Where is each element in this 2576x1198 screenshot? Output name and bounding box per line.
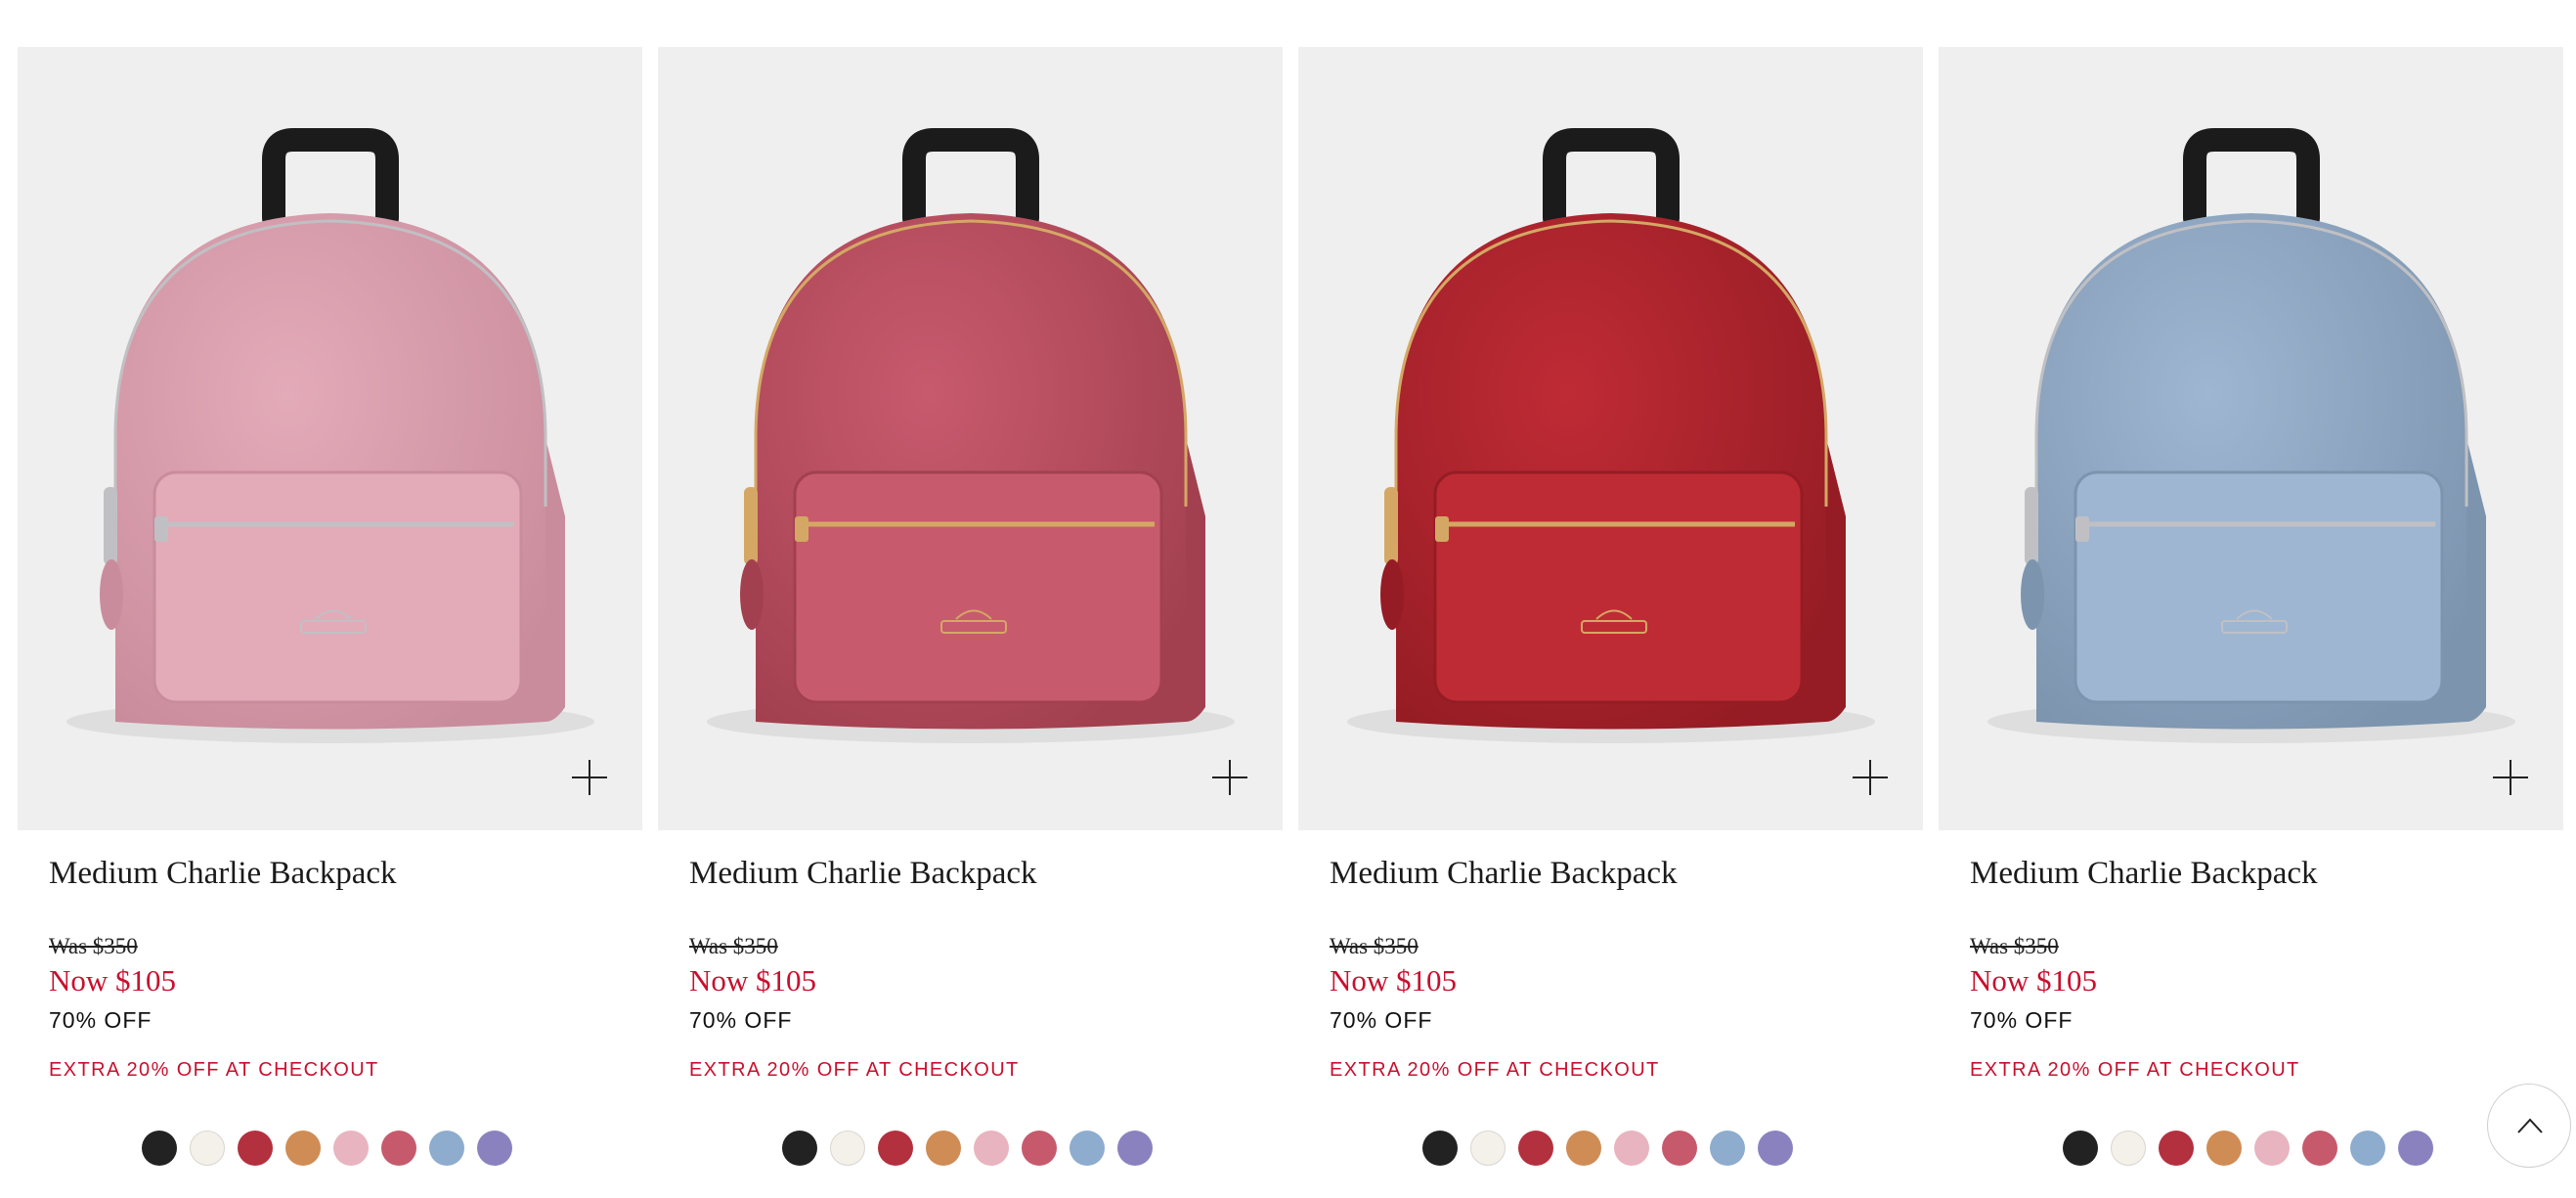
color-swatch[interactable] [2159,1131,2194,1166]
was-price: Was $350 [1970,934,2059,958]
product-card[interactable]: Medium Charlie Backpack Was $350 Now $10… [1939,47,2563,1166]
color-swatch[interactable] [238,1131,273,1166]
color-swatch[interactable] [1022,1131,1057,1166]
color-swatch[interactable] [2398,1131,2433,1166]
backpack-image [66,128,594,743]
quick-add-plus-icon[interactable] [570,758,609,797]
color-swatch[interactable] [782,1131,817,1166]
now-price: Now $105 [49,963,177,998]
color-swatch[interactable] [2111,1131,2146,1166]
backpack-image [707,128,1235,743]
color-swatch[interactable] [1710,1131,1745,1166]
color-swatch[interactable] [429,1131,464,1166]
quick-add-plus-icon[interactable] [2491,758,2530,797]
color-swatch[interactable] [2302,1131,2337,1166]
color-swatch[interactable] [878,1131,913,1166]
color-swatch[interactable] [285,1131,321,1166]
promo-message: EXTRA 20% OFF AT CHECKOUT [689,1059,1020,1081]
was-price: Was $350 [689,934,778,958]
color-swatch[interactable] [2254,1131,2290,1166]
color-swatch[interactable] [1566,1131,1601,1166]
color-swatch[interactable] [926,1131,961,1166]
quick-add-plus-icon[interactable] [1851,758,1890,797]
discount-percent: 70% OFF [1970,1007,2074,1033]
color-swatch[interactable] [1662,1131,1697,1166]
product-image[interactable] [18,47,642,830]
color-swatch[interactable] [2350,1131,2385,1166]
color-swatch[interactable] [1614,1131,1649,1166]
color-swatches [782,1131,1153,1166]
color-swatch[interactable] [830,1131,865,1166]
product-image[interactable] [1298,47,1923,830]
color-swatch[interactable] [190,1131,225,1166]
color-swatch[interactable] [2206,1131,2242,1166]
color-swatch[interactable] [1070,1131,1105,1166]
color-swatch[interactable] [1422,1131,1458,1166]
color-swatch[interactable] [1758,1131,1793,1166]
color-swatches [1422,1131,1793,1166]
product-title[interactable]: Medium Charlie Backpack [1970,854,2563,893]
product-grid: Medium Charlie Backpack Was $350 Now $10… [18,47,2563,1166]
product-title[interactable]: Medium Charlie Backpack [1330,854,1923,893]
color-swatch[interactable] [1470,1131,1506,1166]
color-swatch[interactable] [974,1131,1009,1166]
was-price: Was $350 [49,934,138,958]
now-price: Now $105 [1330,963,1458,998]
product-image[interactable] [658,47,1283,830]
backpack-image [1987,128,2515,743]
promo-message: EXTRA 20% OFF AT CHECKOUT [1970,1059,2300,1081]
now-price: Now $105 [689,963,817,998]
color-swatches [2063,1131,2433,1166]
product-card[interactable]: Medium Charlie Backpack Was $350 Now $10… [1298,47,1923,1166]
was-price: Was $350 [1330,934,1419,958]
promo-message: EXTRA 20% OFF AT CHECKOUT [1330,1059,1660,1081]
color-swatch[interactable] [142,1131,177,1166]
color-swatch[interactable] [477,1131,512,1166]
product-card[interactable]: Medium Charlie Backpack Was $350 Now $10… [658,47,1283,1166]
now-price: Now $105 [1970,963,2098,998]
discount-percent: 70% OFF [689,1007,793,1033]
scroll-to-top-button[interactable] [2487,1084,2571,1168]
color-swatch[interactable] [1518,1131,1553,1166]
color-swatch[interactable] [2063,1131,2098,1166]
backpack-image [1347,128,1875,743]
color-swatches [142,1131,512,1166]
color-swatch[interactable] [381,1131,416,1166]
quick-add-plus-icon[interactable] [1210,758,1249,797]
product-title[interactable]: Medium Charlie Backpack [49,854,642,893]
product-title[interactable]: Medium Charlie Backpack [689,854,1283,893]
product-card[interactable]: Medium Charlie Backpack Was $350 Now $10… [18,47,642,1166]
product-image[interactable] [1939,47,2563,830]
discount-percent: 70% OFF [49,1007,153,1033]
color-swatch[interactable] [1117,1131,1153,1166]
promo-message: EXTRA 20% OFF AT CHECKOUT [49,1059,379,1081]
discount-percent: 70% OFF [1330,1007,1433,1033]
chevron-up-icon [2517,1118,2543,1133]
color-swatch[interactable] [333,1131,369,1166]
